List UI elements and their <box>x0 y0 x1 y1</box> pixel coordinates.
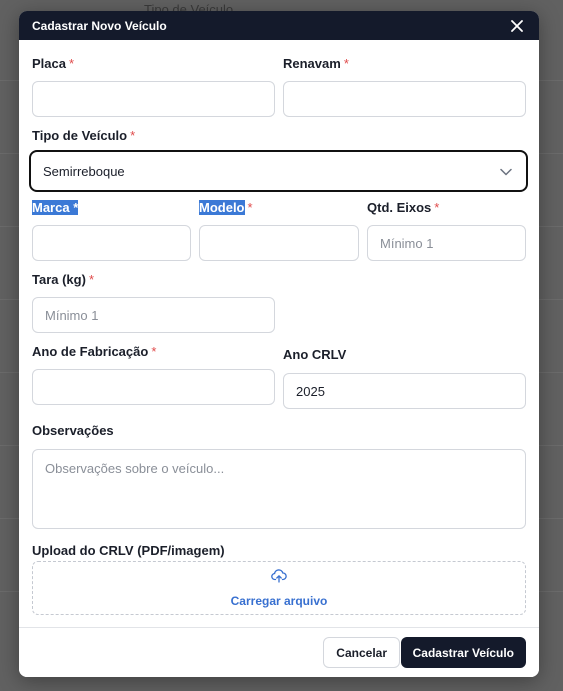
dialog-title: Cadastrar Novo Veículo <box>32 18 167 33</box>
upload-dropzone[interactable]: Carregar arquivo <box>32 561 526 615</box>
tipo-veiculo-label: Tipo de Veículo * <box>32 128 136 143</box>
dialog-footer: Cancelar Cadastrar Veículo <box>19 627 539 677</box>
marca-label: Marca * <box>32 200 79 215</box>
ano-fabricacao-label: Ano de Fabricação * <box>32 344 157 359</box>
ano-crlv-input[interactable]: 2025 <box>283 373 526 409</box>
ano-fabricacao-input[interactable] <box>32 369 275 405</box>
tara-label: Tara (kg) * <box>32 272 94 287</box>
cloud-upload-icon <box>271 568 287 588</box>
tipo-veiculo-value: Semirreboque <box>43 163 125 179</box>
modelo-input[interactable] <box>199 225 359 261</box>
observacoes-label: Observações <box>32 423 114 438</box>
close-icon[interactable] <box>509 18 525 34</box>
ano-crlv-label: Ano CRLV <box>283 347 347 362</box>
submit-vehicle-button[interactable]: Cadastrar Veículo <box>400 637 526 668</box>
chevron-down-icon <box>500 164 512 179</box>
tipo-veiculo-select[interactable]: Semirreboque <box>29 150 528 192</box>
new-vehicle-dialog: Cadastrar Novo Veículo Placa * Renavam * T… <box>19 11 539 677</box>
observacoes-textarea[interactable]: Observações sobre o veículo... <box>32 449 526 529</box>
upload-button-text[interactable]: Carregar arquivo <box>231 594 328 608</box>
cancel-button[interactable]: Cancelar <box>323 637 400 668</box>
dialog-body: Placa * Renavam * Tipo de Veículo * Semirre… <box>19 40 539 627</box>
placa-label: Placa * <box>32 56 75 71</box>
renavam-input[interactable] <box>283 81 526 117</box>
dialog-header: Cadastrar Novo Veículo <box>19 11 539 40</box>
qtd-eixos-label: Qtd. Eixos * <box>367 200 440 215</box>
placa-input[interactable] <box>32 81 275 117</box>
marca-input[interactable] <box>32 225 191 261</box>
renavam-label: Renavam * <box>283 56 349 71</box>
upload-label: Upload do CRLV (PDF/imagem) <box>32 543 225 558</box>
modelo-label: Modelo * <box>199 200 253 215</box>
tara-input[interactable]: Mínimo 1 <box>32 297 275 333</box>
qtd-eixos-input[interactable]: Mínimo 1 <box>367 225 526 261</box>
